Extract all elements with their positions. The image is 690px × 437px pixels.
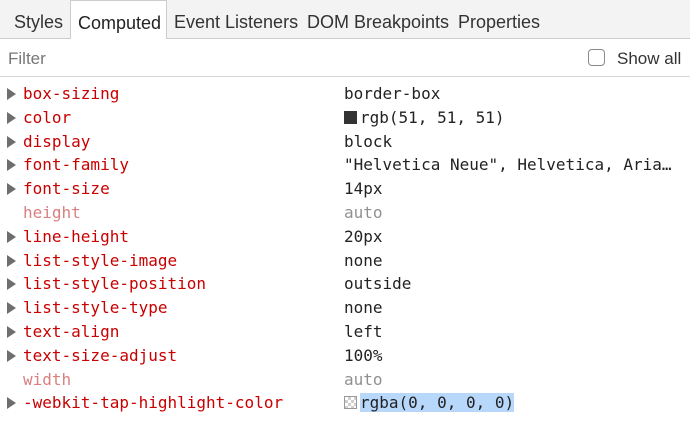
computed-properties-list: box-sizing border-box color rgb(51, 51, 51)… bbox=[0, 82, 690, 415]
expand-triangle-icon[interactable] bbox=[7, 159, 16, 172]
expand-triangle-icon[interactable] bbox=[7, 302, 16, 315]
property-value-text: 20px bbox=[344, 226, 383, 246]
property-value-text: block bbox=[344, 131, 393, 151]
property-value: rgb(51, 51, 51) bbox=[344, 108, 682, 128]
expand-triangle-icon[interactable] bbox=[7, 183, 16, 196]
filter-input[interactable]: Filter bbox=[8, 47, 46, 71]
property-name: display bbox=[23, 131, 91, 151]
property-row[interactable]: width auto bbox=[0, 368, 690, 392]
show-all-label[interactable]: Show all bbox=[617, 47, 681, 71]
property-name: font-size bbox=[23, 179, 110, 199]
property-value: left bbox=[344, 322, 682, 342]
property-name: text-size-adjust bbox=[23, 345, 178, 365]
property-value-text: outside bbox=[344, 274, 412, 294]
property-value-text: rgba(0, 0, 0, 0) bbox=[360, 393, 515, 413]
property-value-text: none bbox=[344, 250, 383, 270]
property-value-text: left bbox=[344, 321, 383, 341]
property-row[interactable]: line-height 20px bbox=[0, 225, 690, 249]
property-name: list-style-position bbox=[23, 274, 207, 294]
property-value-text: none bbox=[344, 298, 383, 318]
property-value-text: auto bbox=[344, 202, 383, 222]
expand-triangle-icon[interactable] bbox=[7, 397, 16, 410]
property-value: rgba(0, 0, 0, 0) bbox=[344, 393, 682, 413]
property-value: none bbox=[344, 298, 682, 318]
expand-triangle-icon[interactable] bbox=[7, 325, 16, 338]
tab-properties[interactable]: Properties bbox=[458, 0, 558, 39]
property-row[interactable]: list-style-position outside bbox=[0, 272, 690, 296]
property-value: block bbox=[344, 132, 682, 152]
expand-triangle-icon[interactable] bbox=[7, 111, 16, 124]
property-value-text: 100% bbox=[344, 345, 383, 365]
property-name: height bbox=[23, 202, 81, 222]
property-row[interactable]: box-sizing border-box bbox=[0, 82, 690, 106]
property-row[interactable]: height auto bbox=[0, 201, 690, 225]
expand-triangle-icon[interactable] bbox=[7, 135, 16, 148]
property-value: none bbox=[344, 251, 682, 271]
property-row[interactable]: text-align left bbox=[0, 320, 690, 344]
property-row[interactable]: -webkit-tap-highlight-color rgba(0, 0, 0,… bbox=[0, 391, 690, 415]
property-name: -webkit-tap-highlight-color bbox=[23, 393, 284, 413]
expand-triangle-icon[interactable] bbox=[7, 254, 16, 267]
property-row[interactable]: display block bbox=[0, 130, 690, 154]
property-name: font-family bbox=[23, 155, 129, 175]
property-name: width bbox=[23, 369, 72, 389]
property-name: box-sizing bbox=[23, 84, 120, 103]
property-value-text: 14px bbox=[344, 179, 383, 199]
expand-triangle-icon[interactable] bbox=[7, 278, 16, 291]
color-swatch-icon[interactable] bbox=[344, 110, 357, 124]
property-name: line-height bbox=[23, 226, 129, 246]
tab-dom-breakpoints[interactable]: DOM Breakpoints bbox=[307, 0, 453, 39]
property-value: auto bbox=[344, 370, 682, 390]
color-swatch-icon[interactable] bbox=[344, 396, 357, 410]
property-row[interactable]: list-style-type none bbox=[0, 296, 690, 320]
property-value: auto bbox=[344, 203, 682, 223]
property-value: "Helvetica Neue", Helvetica, Aria… bbox=[344, 155, 682, 175]
property-value: border-box bbox=[344, 84, 682, 104]
property-value: 14px bbox=[344, 179, 682, 199]
property-name: list-style-type bbox=[23, 298, 168, 318]
panel-tab-bar: Styles Computed Event Listeners DOM Brea… bbox=[0, 0, 690, 40]
property-value-text: "Helvetica Neue", Helvetica, Aria… bbox=[344, 155, 672, 175]
property-value-text: auto bbox=[344, 369, 383, 389]
filter-bar: Filter Show all bbox=[0, 39, 690, 77]
property-row[interactable]: text-size-adjust 100% bbox=[0, 344, 690, 368]
property-row[interactable]: font-family "Helvetica Neue", Helvetica, … bbox=[0, 153, 690, 177]
expand-triangle-icon[interactable] bbox=[7, 88, 16, 100]
property-name: list-style-image bbox=[23, 250, 178, 270]
property-value: 20px bbox=[344, 227, 682, 247]
expand-triangle-icon[interactable] bbox=[7, 230, 16, 243]
property-row[interactable]: font-size 14px bbox=[0, 177, 690, 201]
property-value: 100% bbox=[344, 346, 682, 366]
property-row[interactable]: list-style-image none bbox=[0, 249, 690, 273]
tab-event-listeners[interactable]: Event Listeners bbox=[174, 0, 300, 39]
property-value-text: rgb(51, 51, 51) bbox=[360, 107, 505, 127]
expand-triangle-icon[interactable] bbox=[7, 349, 16, 362]
property-row[interactable]: color rgb(51, 51, 51) bbox=[0, 106, 690, 130]
show-all-checkbox[interactable] bbox=[588, 49, 605, 66]
property-value: outside bbox=[344, 274, 682, 294]
tab-styles[interactable]: Styles bbox=[0, 0, 70, 39]
property-name: color bbox=[23, 107, 72, 127]
tab-computed[interactable]: Computed bbox=[70, 0, 167, 40]
property-name: text-align bbox=[23, 321, 120, 341]
property-value-text: border-box bbox=[344, 84, 441, 103]
